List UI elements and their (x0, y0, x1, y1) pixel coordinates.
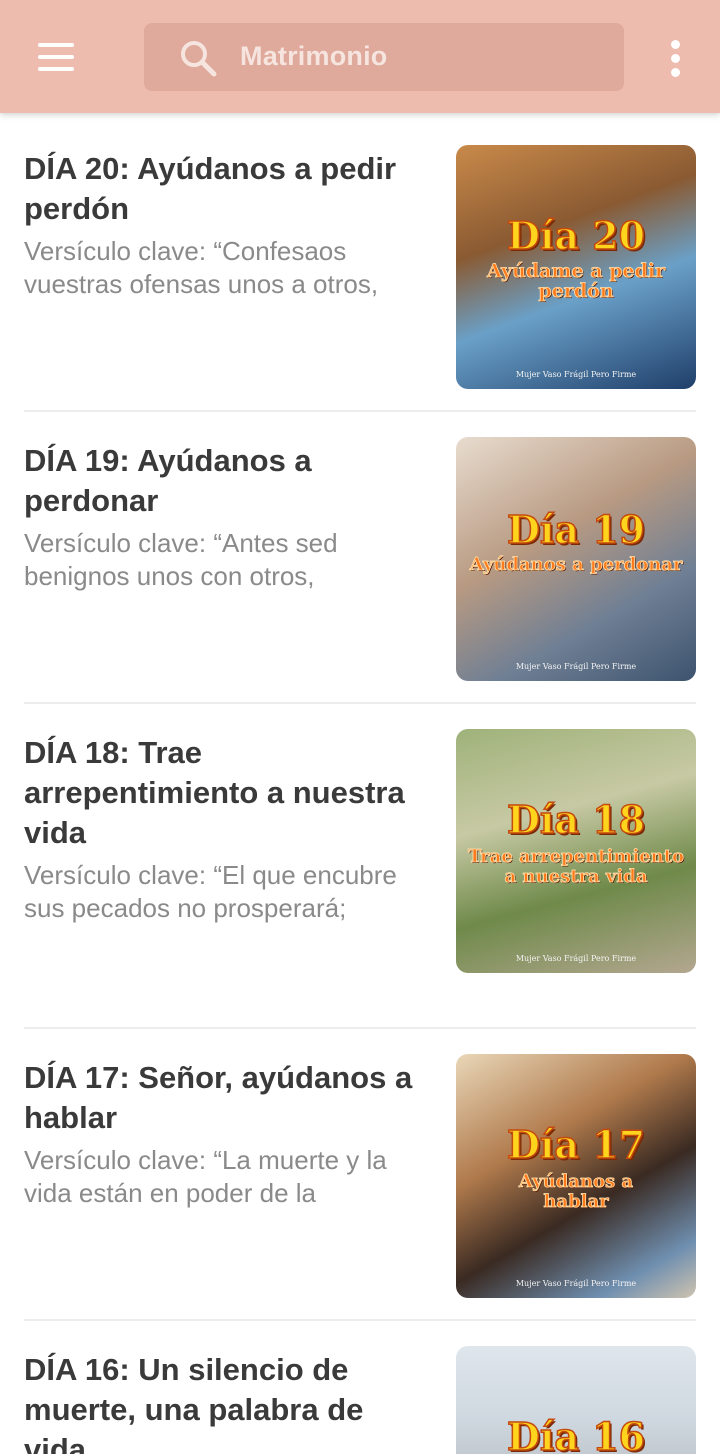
thumbnail-day-label: Día 17 (506, 1121, 646, 1168)
thumbnail-brand: Mujer Vaso Frágil Pero Firme (515, 954, 637, 963)
article-item-dia-16[interactable]: DÍA 16: Un silencio de muerte, una palab… (0, 1346, 720, 1454)
list-divider (24, 1319, 696, 1321)
thumbnail-subtitle: Ayúdame a pedir perdón (486, 260, 666, 302)
thumbnail-day-label: Día 20 (506, 212, 646, 259)
article-title[interactable]: DÍA 16: Un silencio de muerte, una palab… (24, 1350, 434, 1454)
thumbnail-day-label: Día 18 (506, 796, 646, 843)
thumbnail-subtitle: Ayúdanos a hablar (518, 1171, 634, 1212)
hamburger-menu-icon[interactable] (22, 28, 90, 86)
article-item-dia-18[interactable]: DÍA 18: Trae arrepentimiento a nuestra v… (0, 729, 720, 1023)
thumbnail-brand: Mujer Vaso Frágil Pero Firme (515, 1279, 637, 1288)
article-title[interactable]: DÍA 17: Señor, ayúdanos a hablar (24, 1058, 434, 1138)
article-excerpt: Versículo clave: “La muerte y la vida es… (24, 1145, 387, 1208)
article-thumbnail[interactable]: Día 20 Ayúdame a pedir perdón Mujer Vaso… (456, 145, 696, 389)
article-thumbnail[interactable]: Día 19 Ayúdanos a perdonar Mujer Vaso Fr… (456, 437, 696, 681)
article-thumbnail[interactable]: Día 16 (456, 1346, 696, 1454)
thumbnail-subtitle: Ayúdanos a perdonar (469, 554, 683, 575)
thumbnail-subtitle: Trae arrepentimiento a nuestra vida (467, 846, 685, 887)
search-query[interactable]: Matrimonio (240, 41, 388, 72)
thumbnail-day-label: Día 16 (506, 1413, 646, 1454)
article-title[interactable]: DÍA 20: Ayúdanos a pedir perdón (24, 149, 434, 229)
thumbnail-brand: Mujer Vaso Frágil Pero Firme (515, 370, 637, 379)
top-app-bar: Matrimonio (0, 0, 720, 113)
thumbnail-brand: Mujer Vaso Frágil Pero Firme (515, 662, 637, 671)
article-item-dia-20[interactable]: DÍA 20: Ayúdanos a pedir perdón Versícul… (0, 145, 720, 411)
search-icon (181, 41, 217, 77)
article-excerpt: Versículo clave: “Confesaos vuestras ofe… (24, 236, 379, 299)
search-bar[interactable]: Matrimonio (144, 23, 624, 91)
article-excerpt: Versículo clave: “Antes sed benignos uno… (24, 528, 338, 591)
article-item-dia-19[interactable]: DÍA 19: Ayúdanos a perdonar Versículo cl… (0, 437, 720, 703)
more-vert-icon[interactable] (656, 30, 696, 86)
list-divider (24, 702, 696, 704)
article-thumbnail[interactable]: Día 17 Ayúdanos a hablar Mujer Vaso Frág… (456, 1054, 696, 1298)
article-excerpt: Versículo clave: “El que encubre sus pec… (24, 860, 397, 923)
list-divider (24, 1027, 696, 1029)
thumbnail-day-label: Día 19 (506, 506, 646, 553)
article-title[interactable]: DÍA 18: Trae arrepentimiento a nuestra v… (24, 733, 434, 853)
article-thumbnail[interactable]: Día 18 Trae arrepentimiento a nuestra vi… (456, 729, 696, 973)
article-title[interactable]: DÍA 19: Ayúdanos a perdonar (24, 441, 434, 521)
article-item-dia-17[interactable]: DÍA 17: Señor, ayúdanos a hablar Versícu… (0, 1054, 720, 1320)
list-divider (24, 410, 696, 412)
